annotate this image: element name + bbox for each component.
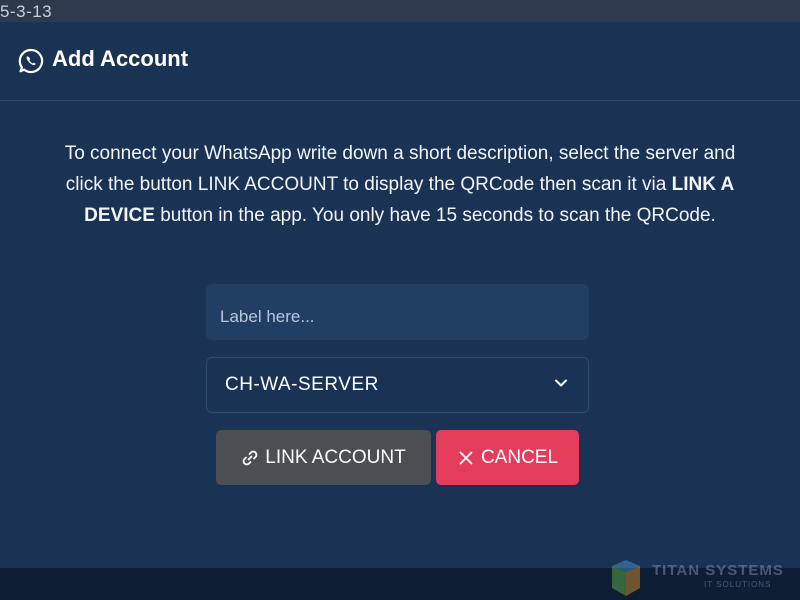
cancel-label: CANCEL xyxy=(480,446,559,468)
cancel-button[interactable]: CANCEL xyxy=(436,430,579,485)
instructions-part2: button in the app. You only have 15 seco… xyxy=(154,205,716,226)
modal-title: Add Account xyxy=(52,46,189,71)
link-icon xyxy=(242,450,258,465)
modal-header: Add Account xyxy=(0,22,800,101)
server-select[interactable]: CH-WA-SERVER xyxy=(206,357,589,413)
whatsapp-icon xyxy=(18,48,44,74)
titan-logo-icon xyxy=(612,560,640,596)
add-account-modal: Add Account To connect your WhatsApp wri… xyxy=(0,22,800,568)
server-select-value: CH-WA-SERVER xyxy=(225,374,379,395)
link-account-button[interactable]: LINK ACCOUNT xyxy=(216,430,431,485)
watermark-subtext: IT SOLUTIONS xyxy=(704,580,772,589)
instructions-text: To connect your WhatsApp write down a sh… xyxy=(60,138,740,231)
watermark: TITAN SYSTEMS IT SOLUTIONS xyxy=(606,556,800,600)
date-fragment: 5-3-13 xyxy=(0,2,53,21)
chevron-down-icon xyxy=(555,379,567,387)
instructions-part1: To connect your WhatsApp write down a sh… xyxy=(64,143,736,195)
close-icon xyxy=(459,451,473,464)
link-account-label: LINK ACCOUNT xyxy=(265,446,406,468)
top-status-strip: 5-3-13 xyxy=(0,0,800,22)
label-input[interactable] xyxy=(206,284,589,340)
watermark-text: TITAN SYSTEMS xyxy=(652,562,784,579)
